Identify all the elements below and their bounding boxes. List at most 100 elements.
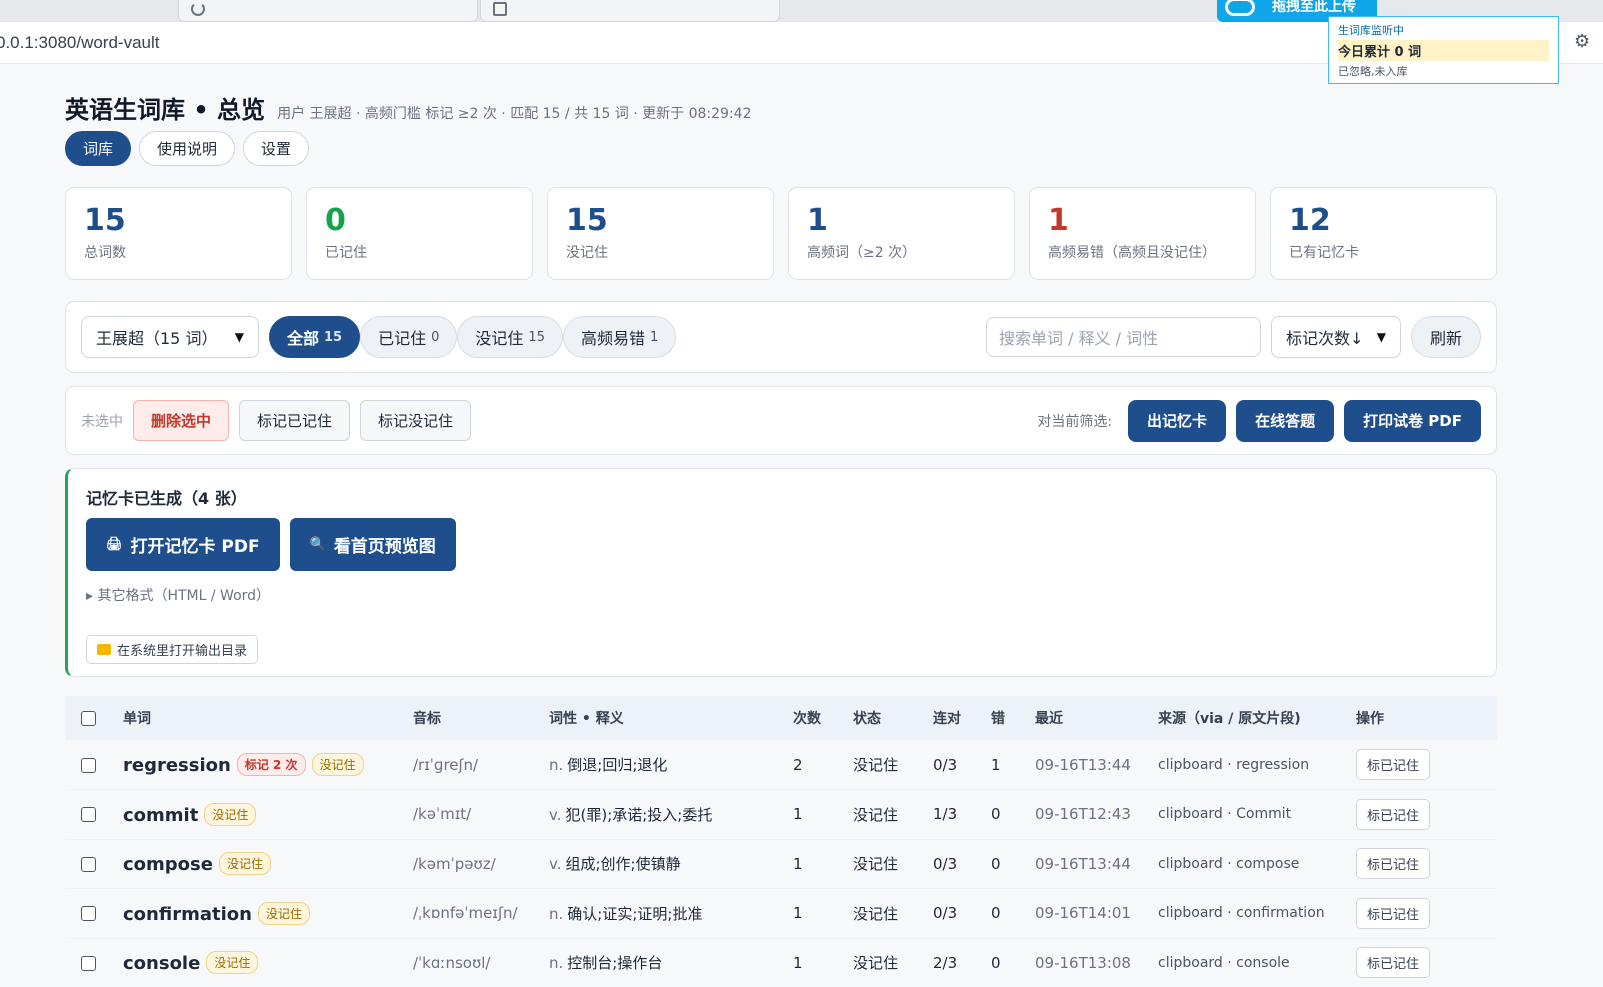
column-header[interactable]: 音标	[407, 696, 543, 740]
mark-forgotten-button[interactable]: 标记没记住	[360, 400, 472, 441]
column-header[interactable]: 词性 • 释义	[543, 696, 787, 740]
status-filter-pills: 全部 15 已记住 0 没记住 15 高频易错 1	[269, 316, 677, 358]
column-header[interactable]: 最近	[1029, 696, 1152, 740]
meaning-text: 组成;创作;使镇静	[565, 855, 681, 874]
browser-tab[interactable]	[178, 0, 478, 22]
mark-remembered-row-button[interactable]: 标已记住	[1356, 848, 1431, 880]
row-checkbox[interactable]	[81, 856, 96, 872]
word-cell: commit 没记住	[117, 789, 407, 840]
search-input[interactable]: 搜索单词 / 释义 / 词性	[985, 317, 1261, 357]
table-row[interactable]: compose 没记住 /kəmˈpəʊz/ v. 组成;创作;使镇静 1 没记住 …	[65, 839, 1497, 889]
document-icon	[493, 2, 507, 16]
table-row[interactable]: commit 没记住 /kəˈmɪt/ v. 犯(罪);承诺;投入;委托 1 没记住…	[65, 789, 1497, 840]
mark-remembered-row-button[interactable]: 标已记住	[1356, 798, 1431, 830]
column-header[interactable]: 连对	[927, 696, 985, 740]
source-cell: clipboard · Commit	[1152, 789, 1350, 840]
action-cell: 标已记住	[1350, 789, 1497, 840]
tab-vocabulary[interactable]: 词库	[65, 131, 132, 166]
make-flashcards-button[interactable]: 出记忆卡	[1128, 399, 1227, 442]
column-header[interactable]: 操作	[1350, 696, 1497, 740]
preview-button[interactable]: 🔍 看首页预览图	[289, 518, 456, 571]
select-all-checkbox[interactable]	[81, 710, 96, 726]
print-pdf-button[interactable]: 打印试卷 PDF	[1344, 399, 1481, 442]
tab-instructions[interactable]: 使用说明	[139, 131, 236, 166]
page-title: 英语生词库 • 总览	[65, 96, 266, 124]
open-folder-label: 在系统里打开输出目录	[117, 644, 248, 659]
status-tag: 没记住	[218, 852, 271, 876]
mark-remembered-row-button[interactable]: 标已记住	[1356, 749, 1431, 780]
table-row[interactable]: confirmation 没记住 /ˌkɒnfəˈmeɪʃn/ n. 确认;证实;证…	[65, 888, 1497, 939]
monitor-title: 生词库监听中	[1338, 24, 1404, 37]
stat-value: 1	[807, 203, 828, 238]
action-cell: 标已记住	[1350, 839, 1497, 889]
monitor-count: 今日累计 0 词	[1338, 40, 1549, 61]
table-header-row: 单词 音标 词性 • 释义 次数 状态 连对 错 最近 来源（via / 原文片…	[65, 696, 1497, 740]
column-header[interactable]: 状态	[847, 696, 927, 740]
filter-pill-all[interactable]: 全部 15	[269, 316, 361, 358]
user-select[interactable]: 王展超（15 词） ▼	[81, 316, 259, 358]
row-select-cell	[65, 888, 117, 939]
pos-text: v.	[549, 855, 562, 874]
column-header[interactable]: 单词	[117, 696, 407, 740]
row-checkbox[interactable]	[81, 906, 96, 922]
mark-remembered-row-button[interactable]: 标已记住	[1356, 947, 1431, 979]
cloud-link-icon	[1225, 0, 1255, 16]
other-formats-toggle[interactable]: ▸ 其它格式（HTML / Word）	[86, 585, 1478, 605]
delete-selected-button[interactable]: 删除选中	[133, 400, 230, 441]
online-quiz-button[interactable]: 在线答题	[1236, 399, 1335, 442]
meaning-cell: n. 确认;证实;证明;批准	[543, 888, 787, 939]
open-folder-button[interactable]: 在系统里打开输出目录	[86, 635, 259, 664]
row-checkbox[interactable]	[81, 757, 96, 773]
pos-text: n.	[549, 904, 564, 923]
word-text: confirmation	[123, 903, 252, 925]
pill-count: 15	[324, 329, 343, 345]
filter-pill-not-remembered[interactable]: 没记住 15	[457, 316, 563, 358]
row-checkbox[interactable]	[81, 807, 96, 823]
column-header[interactable]: 次数	[787, 696, 847, 740]
page-meta: 用户 王展超 · 高频门槛 标记 ≥2 次 · 匹配 15 / 共 15 词 ·…	[277, 106, 752, 122]
wrong-cell: 0	[985, 938, 1029, 987]
streak-cell: 0/3	[927, 740, 985, 790]
mark-remembered-button[interactable]: 标记已记住	[239, 400, 351, 441]
word-cell: confirmation 没记住	[117, 888, 407, 939]
pill-count: 1	[649, 329, 659, 345]
source-cell: clipboard · compose	[1152, 839, 1350, 889]
stat-label: 高频词（≥2 次）	[807, 245, 917, 261]
row-checkbox[interactable]	[81, 955, 96, 971]
refresh-button[interactable]: 刷新	[1410, 316, 1481, 358]
meaning-text: 犯(罪);承诺;投入;委托	[565, 805, 713, 824]
tab-settings[interactable]: 设置	[243, 131, 310, 166]
filter-pill-remembered[interactable]: 已记住 0	[360, 316, 458, 358]
stat-card-high-frequency: 1 高频词（≥2 次）	[788, 187, 1015, 280]
url-text[interactable]: 0.0.1:3080/word-vault	[0, 33, 160, 53]
open-pdf-button[interactable]: 🖨 打开记忆卡 PDF	[86, 518, 280, 571]
stat-label: 已记住	[325, 245, 367, 261]
stat-value: 0	[325, 203, 346, 238]
column-header[interactable]: 错	[985, 696, 1029, 740]
word-text: compose	[123, 854, 213, 876]
sort-select[interactable]: 标记次数↓ ▼	[1270, 316, 1401, 358]
filter-pill-high-frequency-errors[interactable]: 高频易错 1	[562, 316, 677, 358]
action-cell: 标已记住	[1350, 888, 1497, 939]
column-header[interactable]: 来源（via / 原文片段)	[1152, 696, 1350, 740]
meaning-text: 控制台;操作台	[567, 954, 663, 973]
word-text: console	[123, 953, 201, 975]
browser-tab[interactable]	[480, 0, 780, 22]
word-text: regression	[123, 755, 231, 776]
status-tag: 没记住	[311, 753, 364, 776]
table-row[interactable]: regression 标记 2 次没记住 /rɪˈɡreʃn/ n. 倒退;回归;退…	[65, 740, 1497, 790]
pos-text: n.	[549, 954, 564, 973]
meaning-cell: n. 控制台;操作台	[543, 938, 787, 987]
phonetic-cell: /ˌkɒnfəˈmeɪʃn/	[407, 888, 543, 939]
count-cell: 1	[787, 789, 847, 840]
pill-count: 0	[431, 329, 440, 345]
action-bar: 未选中 删除选中 标记已记住 标记没记住 对当前筛选: 出记忆卡 在线答题 打印…	[65, 386, 1497, 455]
select-all-cell	[65, 696, 117, 740]
mark-remembered-row-button[interactable]: 标已记住	[1356, 897, 1431, 929]
pos-text: v.	[549, 805, 562, 824]
extension-puzzle-icon[interactable]: ⚙	[1574, 32, 1594, 52]
stat-label: 已有记忆卡	[1289, 245, 1359, 261]
printer-icon: 🖨	[106, 537, 123, 552]
status-cell: 没记住	[847, 839, 927, 889]
table-row[interactable]: console 没记住 /ˈkɑːnsoʊl/ n. 控制台;操作台 1 没记住 2…	[65, 938, 1497, 987]
